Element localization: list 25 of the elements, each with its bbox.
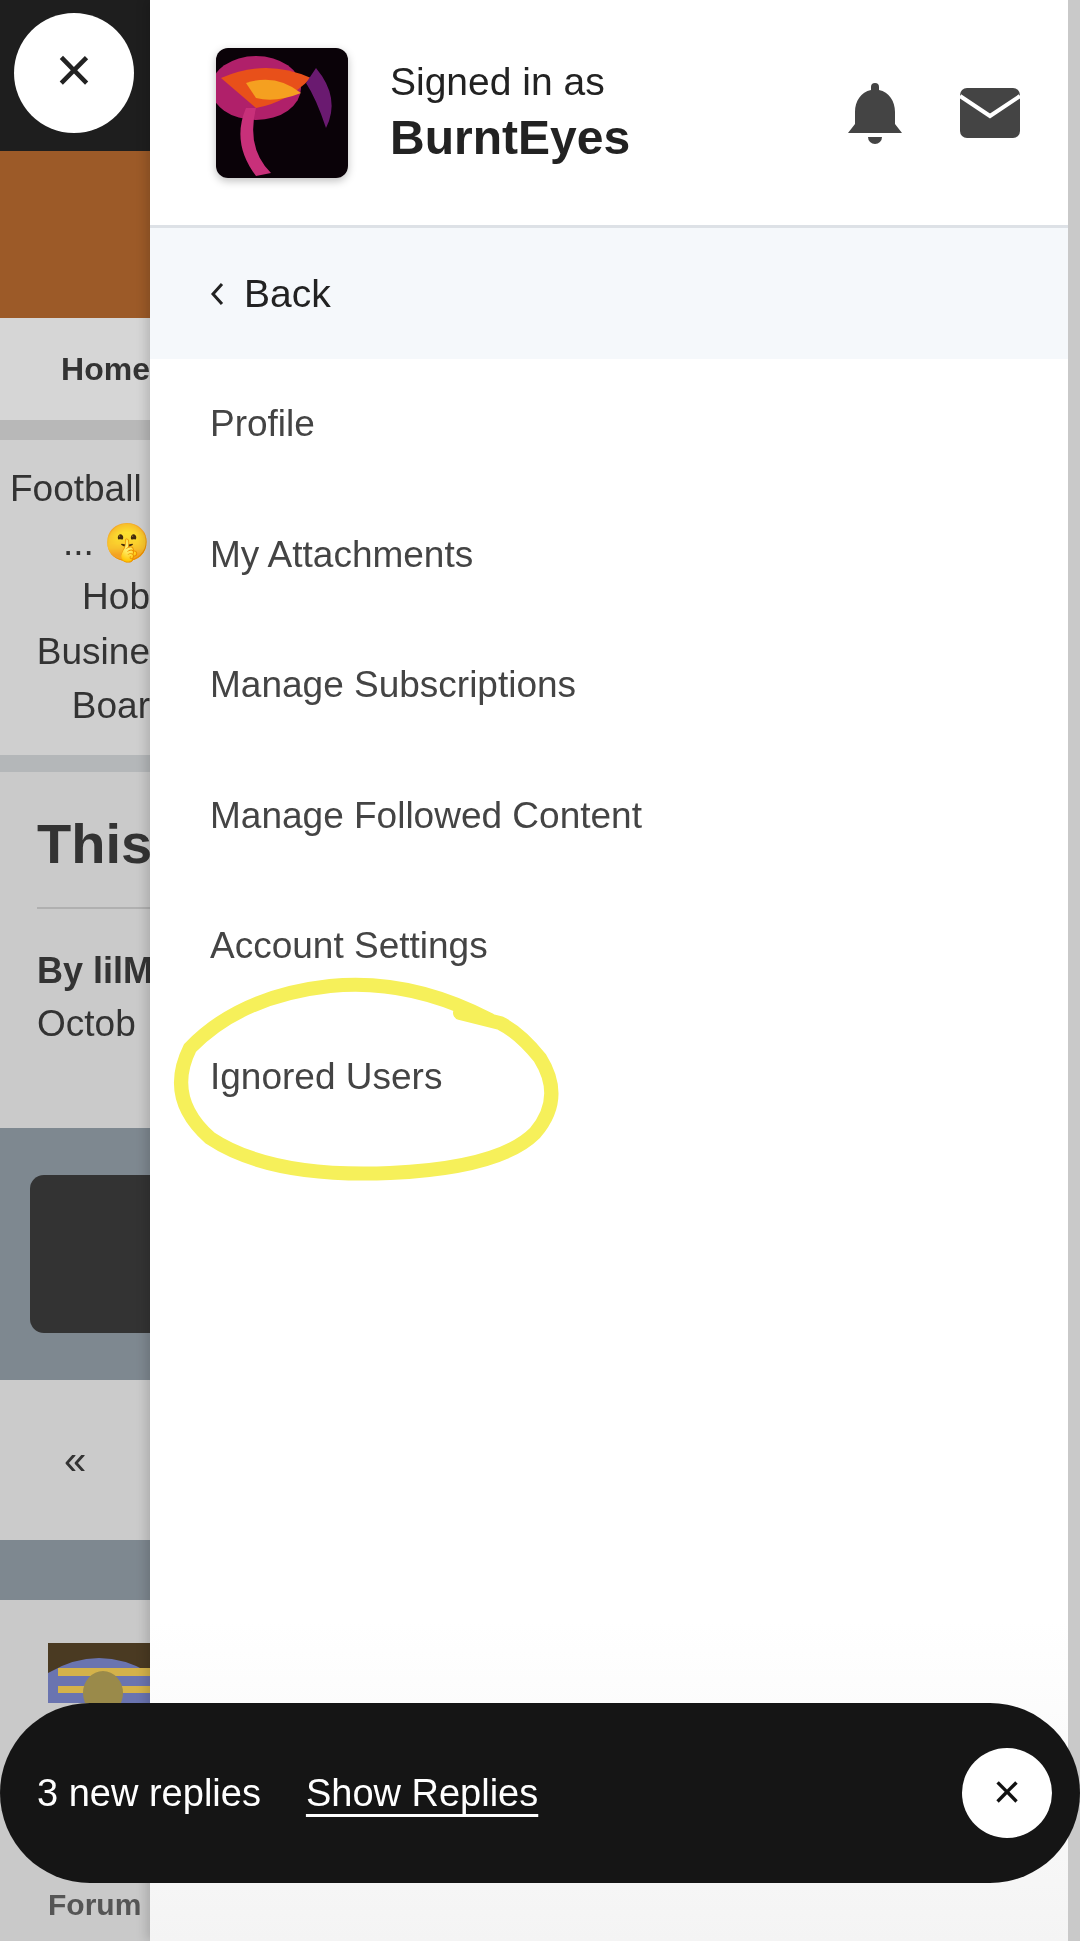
category-link[interactable]: ... 🤫 [62,520,150,566]
back-button[interactable]: Back [150,228,1068,359]
thread-title: This [37,811,150,877]
mail-icon[interactable] [960,87,1020,138]
menu-item[interactable]: My Attachments [150,489,1068,620]
toast-message: 3 new replies [37,1771,261,1815]
menu-item[interactable]: Ignored Users [150,1011,1068,1142]
menu-item[interactable]: Manage Followed Content [150,750,1068,881]
chevron-left-icon [210,281,224,306]
menu-item[interactable]: Manage Subscriptions [150,620,1068,751]
bell-icon[interactable] [846,80,904,145]
thread-date: Octob [37,1002,137,1047]
first-page-button[interactable]: « [64,1436,87,1484]
menu-item[interactable]: Profile [150,359,1068,490]
category-link[interactable]: Hob [82,575,150,620]
scrollbar[interactable] [1068,0,1080,1941]
category-link[interactable]: Busine [36,629,150,675]
signed-in-caption: Signed in as [390,60,606,104]
username: BurntEyes [390,110,632,165]
close-button[interactable]: × [962,1748,1052,1838]
show-replies-link[interactable]: Show Replies [305,1771,539,1815]
menu-item[interactable]: Account Settings [150,881,1068,1012]
category-link[interactable]: Football [0,466,142,511]
footer-nav-label[interactable]: Forum [0,1887,150,1923]
category-link[interactable]: Boar [71,684,150,729]
